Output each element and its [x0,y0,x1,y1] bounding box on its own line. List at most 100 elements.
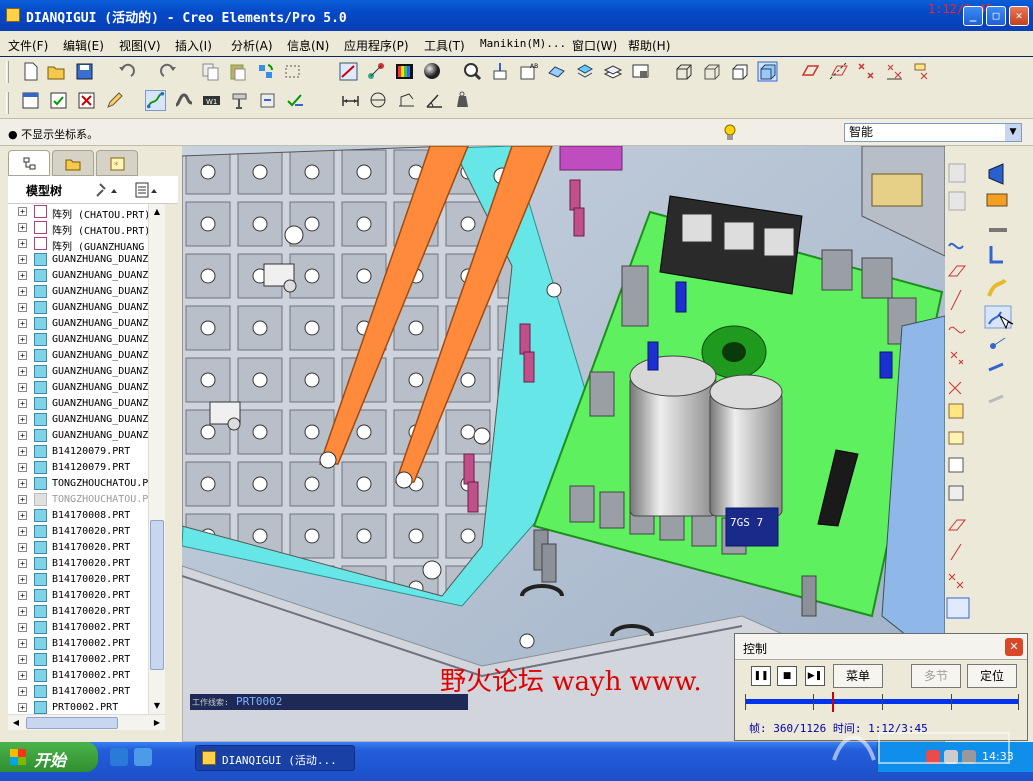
save-icon[interactable] [74,61,95,82]
taskbar-item-creo[interactable]: DIANQIGUI (活动... [195,745,355,771]
expand-icon[interactable]: + [18,703,27,712]
shading-icon[interactable] [757,61,778,82]
quicklaunch-app-icon[interactable] [134,748,152,766]
tree-item[interactable]: + B14170002.PRT [8,620,148,636]
hidden-line-icon[interactable] [701,61,722,82]
expand-icon[interactable]: + [18,271,27,280]
menu-info[interactable]: 信息(N) [287,37,329,54]
zoom-out-icon[interactable]: AB [518,61,539,82]
start-button[interactable]: 开始 [0,742,98,772]
expand-icon[interactable]: + [18,559,27,568]
tree-item[interactable]: + GUANZHUANG_DUANZ [8,332,148,348]
expand-icon[interactable]: + [18,479,27,488]
expand-icon[interactable]: + [18,511,27,520]
tree-settings-icon[interactable] [94,181,120,199]
measure-angle-icon[interactable] [424,90,445,111]
measure-diameter-icon[interactable] [368,90,389,111]
tree-item[interactable]: + B14170020.PRT [8,556,148,572]
tree-item[interactable]: + B14170020.PRT [8,524,148,540]
datum-axes-icon[interactable] [828,61,849,82]
step-button[interactable]: ▶❚ [805,666,825,686]
menu-window[interactable]: 窗口(W) [572,37,617,54]
tree-item[interactable]: + GUANZHUANG_DUANZ [8,300,148,316]
harness-bend-icon[interactable] [173,90,194,111]
tree-item[interactable]: + B14120079.PRT [8,460,148,476]
scroll-down-arrow-icon[interactable]: ▼ [149,698,165,714]
reorient-icon[interactable] [546,61,567,82]
stop-button[interactable]: ■ [777,666,797,686]
tree-item[interactable]: + 阵列 (CHATOU.PRT) [8,220,148,236]
expand-icon[interactable]: + [18,367,27,376]
expand-icon[interactable]: + [18,303,27,312]
tree-item[interactable]: + B14170020.PRT [8,540,148,556]
tree-item[interactable]: + B14170002.PRT [8,636,148,652]
tree-item[interactable]: + GUANZHUANG_DUANZ [8,316,148,332]
redo-icon[interactable] [158,61,179,82]
edit-pencil-icon[interactable] [104,90,125,111]
chevron-down-icon[interactable]: ▼ [1005,124,1021,141]
paste-icon[interactable] [227,61,248,82]
expand-icon[interactable]: + [18,383,27,392]
menu-analysis[interactable]: 分析(A) [231,37,273,54]
expand-icon[interactable]: + [18,527,27,536]
model-tree-scrollbar[interactable]: ▲ ▼ [148,204,165,714]
expand-icon[interactable]: + [18,591,27,600]
pause-button[interactable]: ❚❚ [751,666,771,686]
tree-item[interactable]: + B14120079.PRT [8,444,148,460]
maximize-button[interactable]: □ [986,6,1006,26]
menu-help[interactable]: 帮助(H) [628,37,670,54]
menu-edit[interactable]: 编辑(E) [63,37,104,54]
expand-icon[interactable]: + [18,351,27,360]
expand-icon[interactable]: + [18,655,27,664]
model-tree-hscrollbar[interactable]: ◀ ▶ [8,714,165,730]
menu-applications[interactable]: 应用程序(P) [344,37,409,54]
datum-points-icon[interactable] [856,61,877,82]
tree-item[interactable]: + B14170002.PRT [8,684,148,700]
view-manager-icon[interactable] [630,61,651,82]
menu-view[interactable]: 视图(V) [119,37,161,54]
expand-icon[interactable]: + [18,463,27,472]
tree-item[interactable]: + GUANZHUANG_DUANZ [8,428,148,444]
expand-icon[interactable]: + [18,399,27,408]
tree-item[interactable]: + GUANZHUANG_DUANZ [8,396,148,412]
close-window-icon[interactable] [76,90,97,111]
menu-button[interactable]: 菜单 [833,664,883,688]
locate-button[interactable]: 定位 [967,664,1017,688]
spool-icon[interactable] [257,90,278,111]
tree-item[interactable]: + GUANZHUANG_DUANZ [8,284,148,300]
coordinate-systems-icon[interactable] [884,61,905,82]
tree-item[interactable]: + GUANZHUANG_DUANZ [8,252,148,268]
expand-icon[interactable]: + [18,239,27,248]
tree-item[interactable]: + GUANZHUANG_DUANZ [8,268,148,284]
scroll-left-arrow-icon[interactable]: ◀ [8,715,24,731]
tree-item[interactable]: + B14170020.PRT [8,572,148,588]
menu-insert[interactable]: 插入(I) [175,37,212,54]
no-hidden-icon[interactable] [729,61,750,82]
copy-icon[interactable] [200,61,221,82]
activate-window-icon[interactable] [48,90,69,111]
scroll-right-arrow-icon[interactable]: ▶ [149,715,165,731]
expand-icon[interactable]: + [18,623,27,632]
check-route-icon[interactable] [285,90,306,111]
show-columns-icon[interactable] [134,181,162,199]
expand-icon[interactable]: + [18,207,27,216]
zoom-window-icon[interactable] [462,61,483,82]
regenerate-icon[interactable] [255,61,276,82]
menu-file[interactable]: 文件(F) [8,37,48,54]
tree-item[interactable]: + GUANZHUANG_DUANZ [8,412,148,428]
expand-icon[interactable]: + [18,431,27,440]
tree-item[interactable]: + TONGZHOUCHATOU.P [8,492,148,508]
select-box-icon[interactable] [282,61,303,82]
connector-icon[interactable]: W1 [201,90,222,111]
spline-cable-icon[interactable] [145,90,166,111]
bulb-icon[interactable] [722,123,738,143]
mass-properties-icon[interactable] [452,90,473,111]
measure-distance-icon[interactable] [340,90,361,111]
scroll-thumb[interactable] [150,520,164,670]
tree-item[interactable]: + B14170008.PRT [8,508,148,524]
shade-sphere-icon[interactable] [422,61,443,82]
tree-item[interactable]: + B14170020.PRT [8,604,148,620]
tab-favorites[interactable]: * [96,150,138,176]
expand-icon[interactable]: + [18,287,27,296]
expand-icon[interactable]: + [18,639,27,648]
